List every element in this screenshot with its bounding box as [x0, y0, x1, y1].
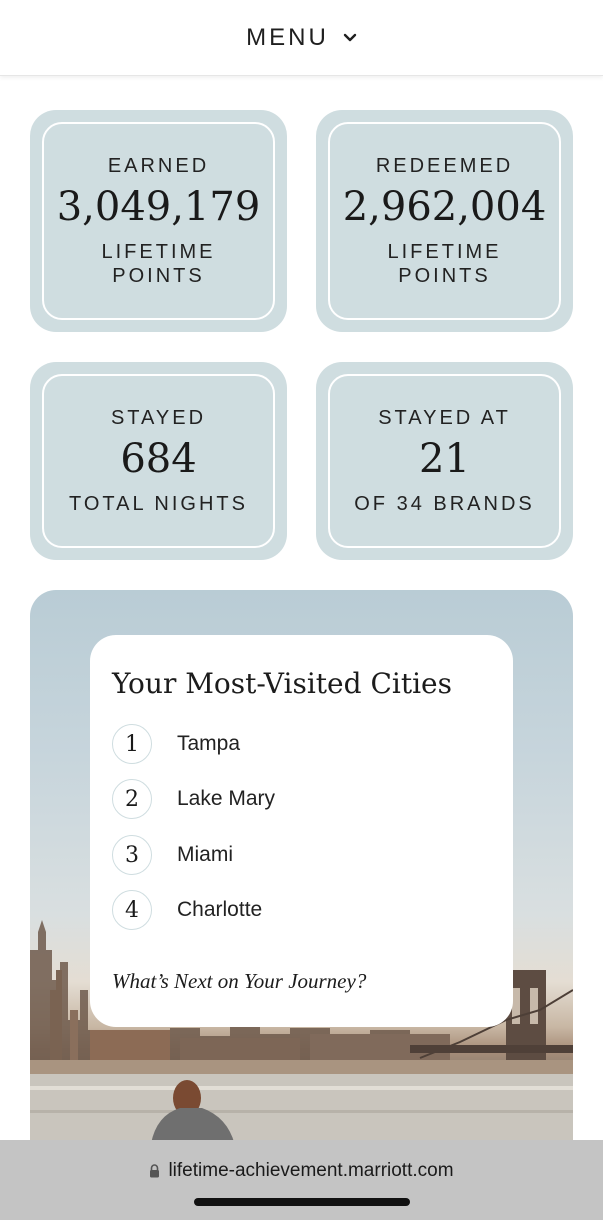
stat-value: 3,049,179 — [56, 183, 261, 230]
stat-label: STAYED AT — [378, 406, 511, 429]
stat-label: EARNED — [107, 154, 210, 177]
stat-sub-line1: TOTAL NIGHTS — [69, 492, 248, 515]
rank-badge: 1 — [112, 724, 152, 764]
city-name: Lake Mary — [177, 787, 276, 810]
card-inner-border: STAYED AT 21 OF 34 BRANDS — [328, 374, 561, 548]
stat-value: 21 — [419, 435, 470, 482]
stat-label: STAYED — [110, 406, 207, 429]
rank-badge: 4 — [112, 890, 152, 930]
redeemed-points-card: REDEEMED 2,962,004 LIFETIME POINTS — [316, 110, 573, 332]
chevron-down-icon — [343, 33, 357, 41]
home-indicator[interactable] — [194, 1198, 410, 1206]
city-list-item: 2 Lake Mary — [112, 779, 275, 819]
card-inner-border: STAYED 684 TOTAL NIGHTS — [42, 374, 275, 548]
city-list-item: 1 Tampa — [112, 724, 240, 764]
stat-sub-line1: LIFETIME — [101, 240, 216, 263]
menu-button[interactable]: MENU — [246, 24, 357, 52]
url-text[interactable]: lifetime-achievement.marriott.com — [168, 1160, 453, 1182]
city-list-item: 3 Miami — [112, 835, 233, 875]
city-name: Charlotte — [177, 898, 263, 921]
lock-icon — [150, 1164, 160, 1178]
card-inner-border: REDEEMED 2,962,004 LIFETIME POINTS — [328, 122, 561, 320]
stat-sub-line1: LIFETIME — [387, 240, 502, 263]
stat-value: 2,962,004 — [342, 183, 547, 230]
city-name: Miami — [177, 843, 233, 866]
top-navigation-bar: MENU — [0, 0, 603, 76]
stat-sub-line2: POINTS — [398, 264, 491, 287]
city-name: Tampa — [177, 732, 241, 755]
next-journey-text: What’s Next on Your Journey? — [112, 969, 367, 993]
cities-title: Your Most-Visited Cities — [112, 667, 452, 700]
stat-label: REDEEMED — [375, 154, 514, 177]
earned-points-card: EARNED 3,049,179 LIFETIME POINTS — [30, 110, 287, 332]
stat-sub-line2: POINTS — [112, 264, 205, 287]
menu-label: MENU — [246, 23, 329, 51]
browser-address-bar[interactable]: lifetime-achievement.marriott.com — [0, 1140, 603, 1220]
stayed-brands-card: STAYED AT 21 OF 34 BRANDS — [316, 362, 573, 560]
most-visited-cities-panel: Your Most-Visited Cities 1 Tampa 2 Lake … — [90, 635, 513, 1027]
city-list-item: 4 Charlotte — [112, 890, 262, 930]
card-inner-border: EARNED 3,049,179 LIFETIME POINTS — [42, 122, 275, 320]
stat-value: 684 — [120, 435, 197, 482]
stat-sub-line1: OF 34 BRANDS — [354, 492, 535, 515]
rank-badge: 3 — [112, 835, 152, 875]
url-row[interactable]: lifetime-achievement.marriott.com — [0, 1158, 603, 1184]
rank-badge: 2 — [112, 779, 152, 819]
stayed-nights-card: STAYED 684 TOTAL NIGHTS — [30, 362, 287, 560]
